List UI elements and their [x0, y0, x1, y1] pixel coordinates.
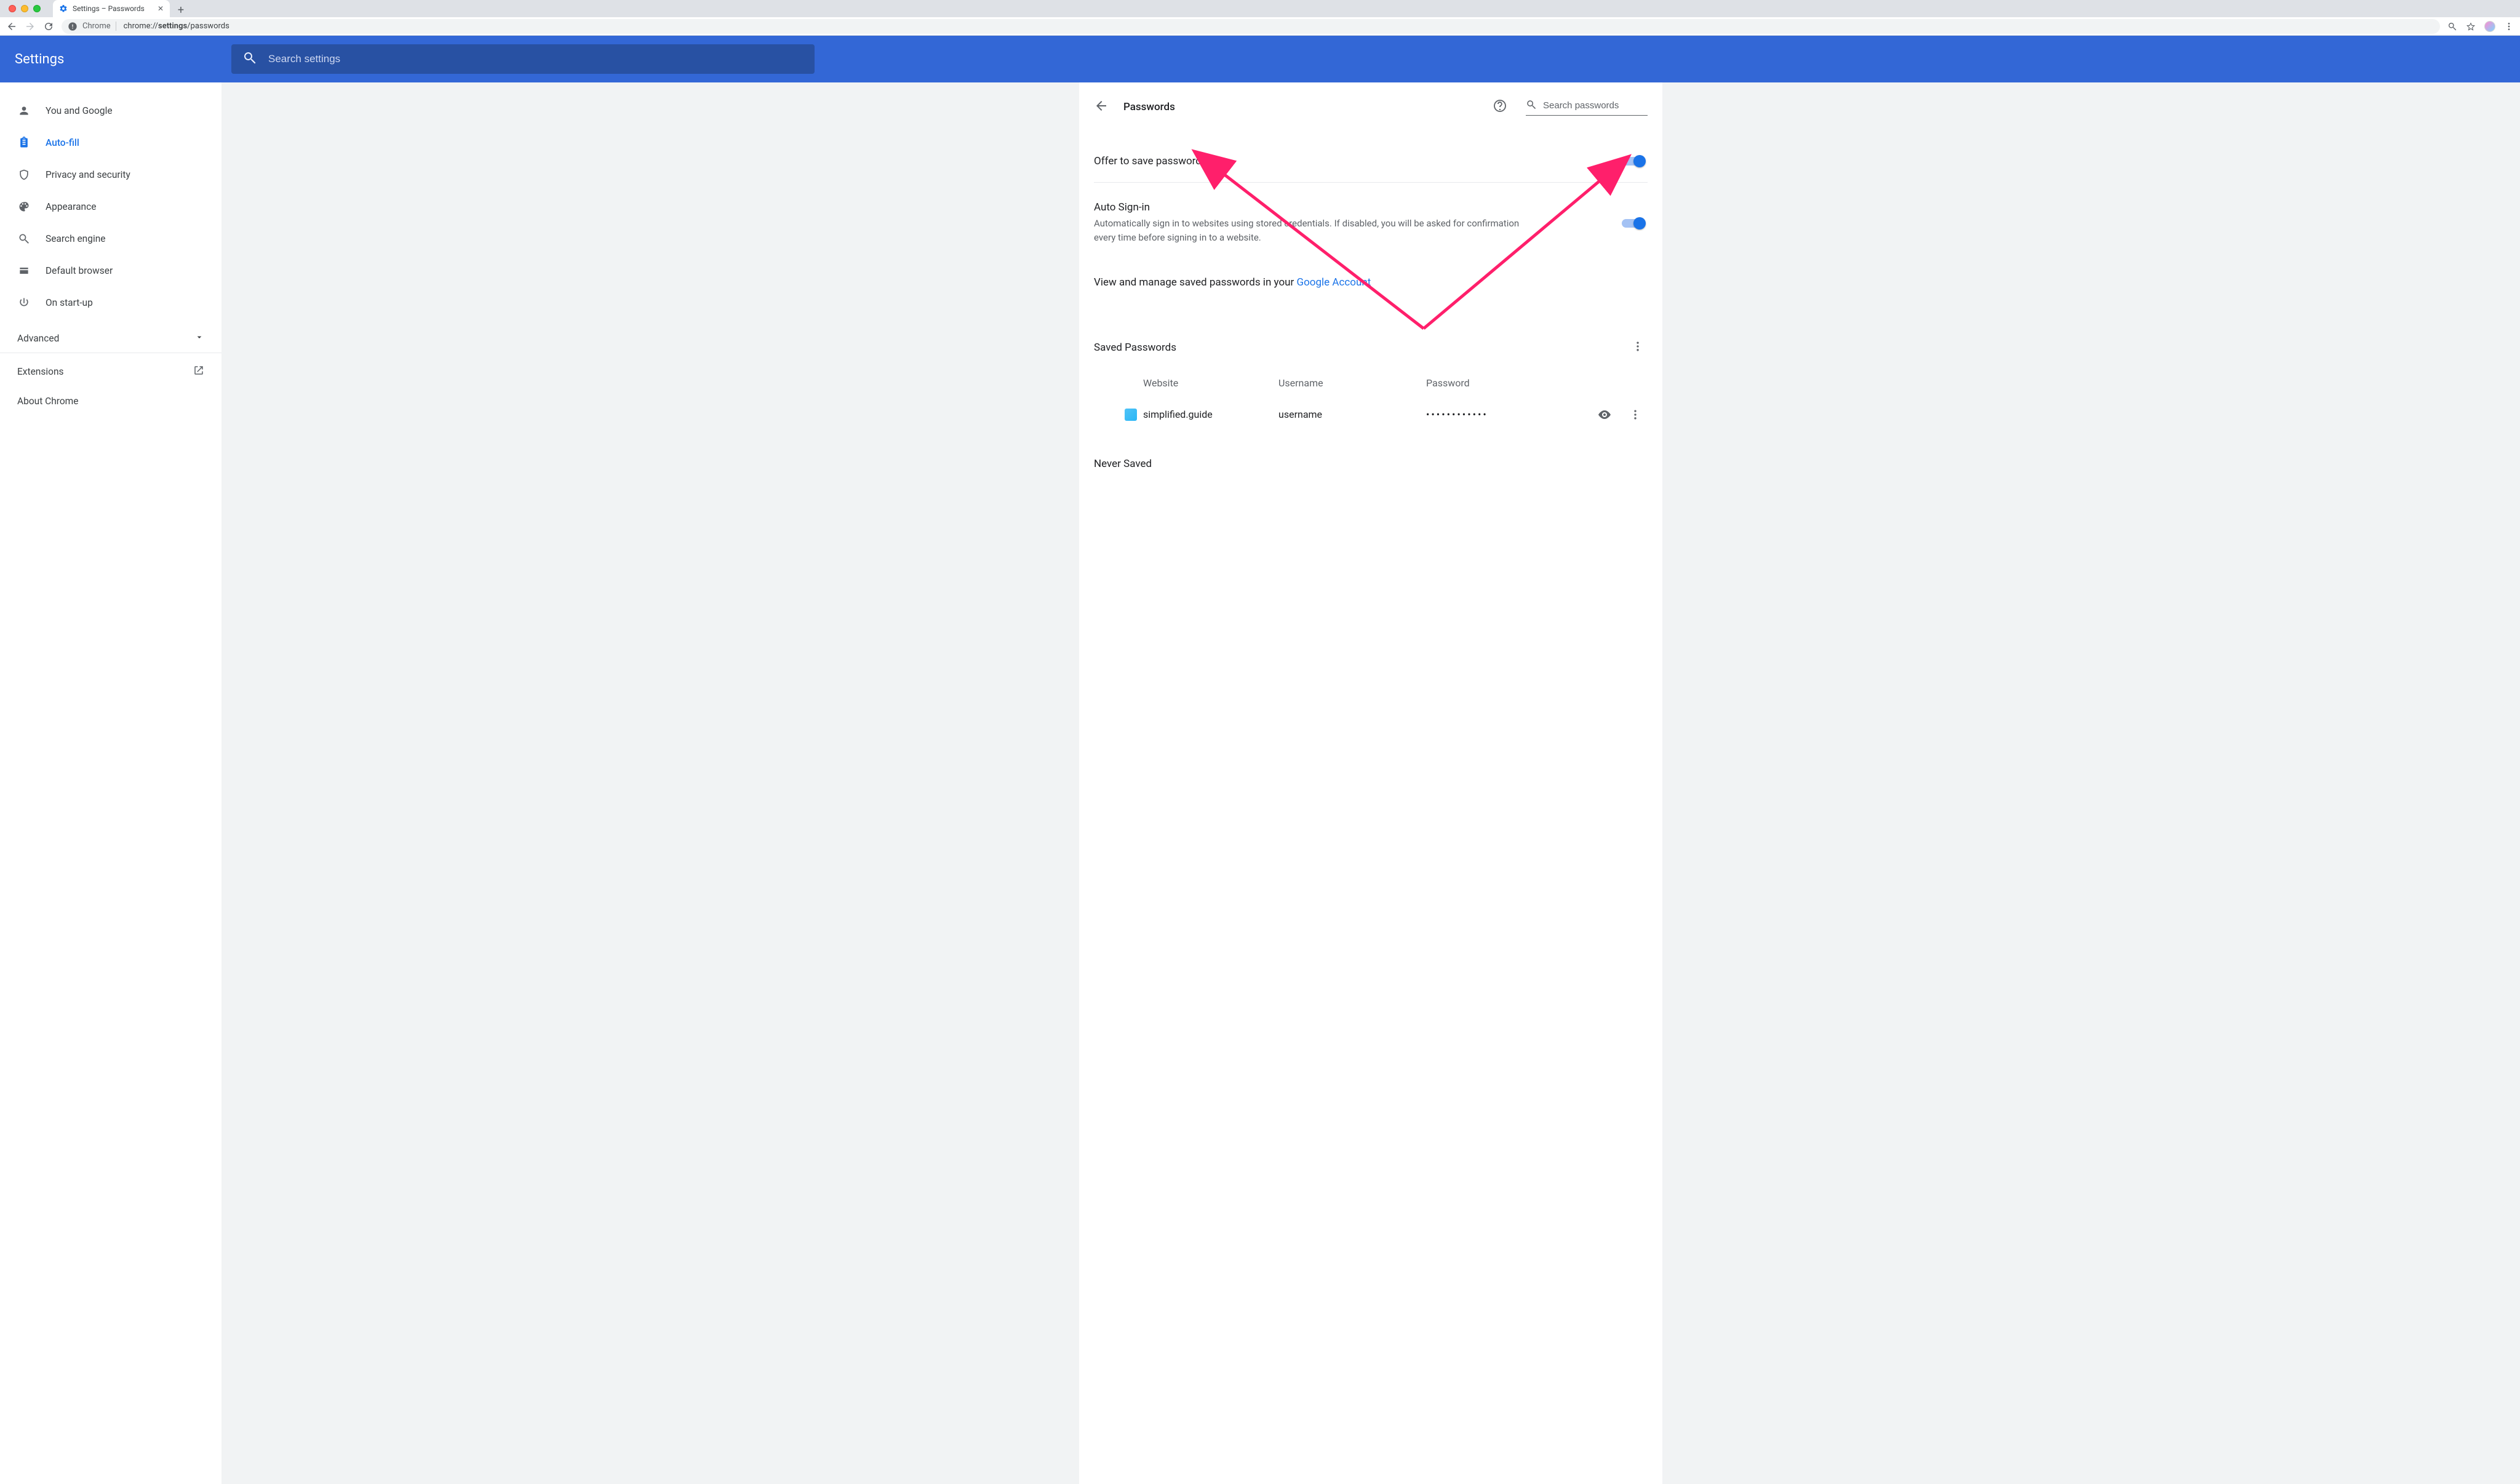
sidebar-item-label: You and Google	[46, 105, 113, 116]
shield-icon	[17, 169, 31, 181]
saved-passwords-title: Saved Passwords	[1094, 341, 1176, 354]
sidebar-advanced-label: Advanced	[17, 333, 59, 344]
sidebar-advanced-toggle[interactable]: Advanced	[0, 324, 221, 353]
chevron-down-icon	[194, 332, 204, 345]
new-tab-button[interactable]: +	[173, 2, 188, 17]
help-icon[interactable]	[1493, 98, 1507, 116]
sidebar-link-label: About Chrome	[17, 396, 79, 407]
panel-title: Passwords	[1123, 101, 1478, 113]
sidebar-item-search-engine[interactable]: Search engine	[0, 224, 221, 253]
setting-label: Offer to save passwords	[1094, 155, 1207, 167]
sidebar-link-about[interactable]: About Chrome	[0, 386, 221, 416]
show-password-icon[interactable]	[1586, 407, 1623, 422]
url-part: /passwords	[187, 22, 229, 31]
sidebar-item-label: Appearance	[46, 201, 96, 212]
search-icon	[1526, 99, 1537, 113]
sidebar-item-appearance[interactable]: Appearance	[0, 192, 221, 221]
search-passwords-box[interactable]	[1526, 99, 1648, 116]
password-cell: ••••••••••••	[1426, 409, 1586, 420]
sidebar-item-label: Auto-fill	[46, 137, 79, 148]
sidebar-item-label: Default browser	[46, 265, 113, 276]
saved-passwords-head: Saved Passwords	[1094, 321, 1648, 366]
sidebar-item-label: On start-up	[46, 297, 93, 308]
sidebar-item-privacy[interactable]: Privacy and security	[0, 160, 221, 189]
setting-offer-save: Offer to save passwords	[1094, 137, 1648, 183]
window-zoom-button[interactable]	[33, 5, 41, 12]
palette-icon	[17, 201, 31, 213]
browser-tab[interactable]: Settings – Passwords ✕	[53, 0, 170, 17]
offer-save-toggle[interactable]	[1622, 157, 1644, 166]
autosignin-toggle[interactable]	[1622, 219, 1644, 228]
profile-avatar[interactable]	[2484, 21, 2495, 32]
back-button[interactable]	[6, 21, 17, 32]
chrome-menu-icon[interactable]	[2504, 22, 2514, 31]
sidebar-item-default-browser[interactable]: Default browser	[0, 256, 221, 285]
sidebar-link-label: Extensions	[17, 366, 64, 377]
power-icon	[17, 297, 31, 309]
gear-icon	[59, 4, 68, 13]
app-title: Settings	[15, 52, 231, 67]
search-settings-box[interactable]	[231, 44, 815, 74]
column-website: Website	[1094, 377, 1278, 389]
site-cell[interactable]: simplified.guide	[1143, 409, 1278, 420]
window-minimize-button[interactable]	[21, 5, 28, 12]
username-cell: username	[1278, 409, 1426, 420]
sidebar-item-label: Privacy and security	[46, 169, 130, 180]
browser-toolbar: Chrome chrome://settings/passwords	[0, 17, 2520, 36]
setting-auto-signin: Auto Sign-in Automatically sign in to we…	[1094, 183, 1648, 260]
back-arrow-button[interactable]	[1094, 98, 1109, 116]
address-bar[interactable]: Chrome chrome://settings/passwords	[62, 19, 2440, 34]
site-info-icon[interactable]	[68, 22, 78, 31]
sidebar: You and Google Auto-fill Privacy and sec…	[0, 82, 221, 1484]
never-saved-title: Never Saved	[1094, 439, 1648, 470]
tab-strip: Settings – Passwords ✕ +	[53, 0, 188, 17]
browser-icon	[17, 265, 31, 277]
column-username: Username	[1278, 377, 1426, 389]
sidebar-item-label: Search engine	[46, 233, 106, 244]
os-titlebar: Settings – Passwords ✕ +	[0, 0, 2520, 17]
url-part-bold: settings	[158, 22, 187, 31]
settings-header: Settings	[0, 36, 2520, 82]
search-icon	[242, 50, 257, 68]
saved-passwords-menu-icon[interactable]	[1628, 337, 1648, 359]
window-close-button[interactable]	[9, 5, 16, 12]
person-icon	[17, 105, 31, 117]
password-row: simplified.guide username ••••••••••••	[1094, 402, 1648, 439]
reload-button[interactable]	[43, 21, 54, 32]
star-icon[interactable]	[2466, 22, 2476, 31]
tab-title: Settings – Passwords	[73, 4, 153, 13]
url-chip: Chrome	[82, 22, 116, 31]
tab-close-icon[interactable]: ✕	[158, 4, 164, 13]
column-password: Password	[1426, 377, 1648, 389]
google-account-link[interactable]: Google Account	[1297, 276, 1371, 289]
view-manage-text: View and manage saved passwords in your	[1094, 276, 1297, 289]
main-area: Passwords Offer to save passwords	[221, 82, 2520, 1484]
zoom-icon[interactable]	[2447, 22, 2457, 31]
toolbar-right	[2447, 21, 2514, 32]
sidebar-item-you-and-google[interactable]: You and Google	[0, 96, 221, 126]
setting-label: Auto Sign-in	[1094, 201, 1537, 213]
content-area: You and Google Auto-fill Privacy and sec…	[0, 82, 2520, 1484]
passwords-panel: Passwords Offer to save passwords	[1079, 82, 1662, 1484]
url-text: chrome://settings/passwords	[124, 22, 229, 31]
view-manage-row: View and manage saved passwords in your …	[1094, 260, 1648, 321]
panel-head: Passwords	[1094, 98, 1648, 116]
window-controls	[4, 5, 41, 12]
search-passwords-input[interactable]	[1543, 100, 1648, 111]
sidebar-link-extensions[interactable]: Extensions	[0, 357, 221, 386]
search-icon	[17, 233, 31, 245]
clipboard-icon	[17, 137, 31, 149]
sidebar-item-autofill[interactable]: Auto-fill	[0, 128, 221, 158]
forward-button[interactable]	[25, 21, 36, 32]
search-settings-input[interactable]	[268, 53, 803, 65]
open-in-new-icon	[193, 365, 204, 378]
setting-desc: Automatically sign in to websites using …	[1094, 217, 1537, 245]
sidebar-item-startup[interactable]: On start-up	[0, 288, 221, 317]
site-favicon	[1094, 409, 1143, 421]
password-row-menu-icon[interactable]	[1623, 409, 1648, 421]
url-part: chrome://	[124, 22, 158, 31]
passwords-table-head: Website Username Password	[1094, 366, 1648, 402]
